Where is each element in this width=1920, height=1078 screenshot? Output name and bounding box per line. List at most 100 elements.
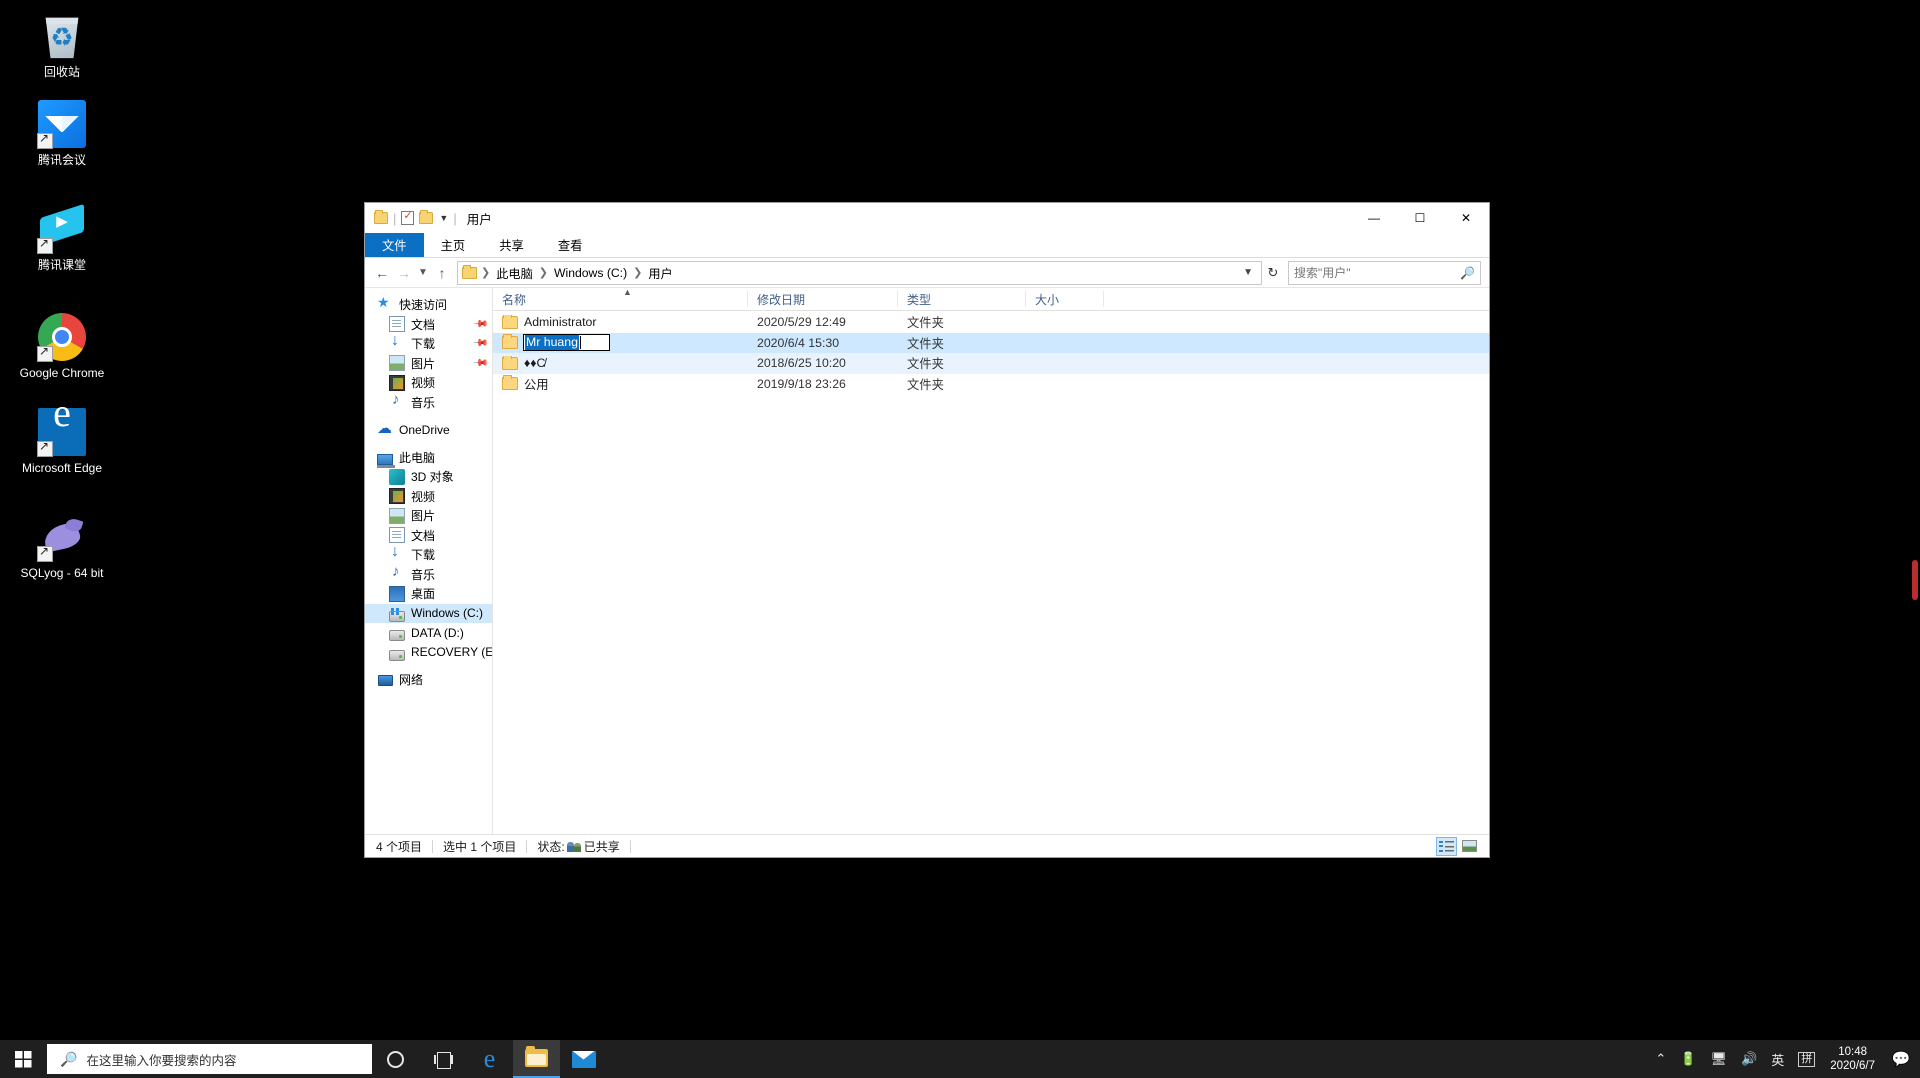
sidebar-item-this-pc[interactable]: 此电脑 <box>365 448 492 468</box>
sidebar-item-desktop[interactable]: 桌面 <box>365 584 492 604</box>
maximize-button[interactable]: ☐ <box>1397 203 1443 233</box>
tab-share[interactable]: 共享 <box>482 233 541 257</box>
address-bar-row[interactable]: ← → ▼ ↑ ❯ 此电脑 ❯ Windows (C:) ❯ 用户 ▼ ↻ 搜索… <box>365 258 1489 288</box>
folder-icon <box>502 315 518 329</box>
breadcrumb-item-2[interactable]: 用户 <box>643 264 677 282</box>
this-pc-icon <box>377 453 395 468</box>
desktop-icon-tencent-meeting[interactable]: 腾讯会议 <box>14 100 110 167</box>
chevron-down-icon[interactable]: ▼ <box>439 213 448 223</box>
start-button[interactable] <box>0 1040 47 1078</box>
sidebar-item-documents[interactable]: 文档 📌 <box>365 315 492 335</box>
action-center-icon[interactable]: 💬 <box>1886 1040 1916 1078</box>
file-name-cell[interactable]: Administrator <box>493 315 748 329</box>
battery-icon[interactable]: 🔋 <box>1673 1040 1703 1078</box>
file-explorer-window[interactable]: | ▼ | 用户 — ☐ ✕ 文件 主页 共享 查看 ← → ▼ ↑ ❯ 此电脑… <box>364 202 1490 858</box>
desktop-icon-tencent-classroom[interactable]: 腾讯课堂 <box>14 205 110 272</box>
details-view-icon <box>1439 840 1454 852</box>
file-list-pane[interactable]: 名称 修改日期 类型 大小 ▲ Administrator 2020/5/29 … <box>493 287 1489 834</box>
sidebar-item-downloads[interactable]: 下载 📌 <box>365 332 492 354</box>
refresh-icon[interactable]: ↻ <box>1262 261 1284 285</box>
sidebar-item-recovery-e[interactable]: RECOVERY (E:) <box>365 643 492 663</box>
clock-date: 2020/6/7 <box>1830 1060 1875 1072</box>
properties-icon[interactable] <box>401 209 415 225</box>
close-button[interactable]: ✕ <box>1443 203 1489 233</box>
column-header-size[interactable]: 大小 <box>1026 291 1104 307</box>
pin-icon[interactable]: 📌 <box>471 355 488 372</box>
taskbar-search-input[interactable]: 🔍 在这里输入你要搜索的内容 <box>47 1044 372 1074</box>
sidebar-item-network[interactable]: 网络 <box>365 670 492 690</box>
cortana-button[interactable] <box>372 1040 419 1078</box>
sidebar-item-videos-pc[interactable]: 视频 <box>365 487 492 507</box>
tab-view[interactable]: 查看 <box>541 233 600 257</box>
tab-home[interactable]: 主页 <box>424 233 483 257</box>
desktop-icon-recycle-bin[interactable]: 回收站 <box>14 12 110 79</box>
sidebar-item-downloads-pc[interactable]: 下载 <box>365 543 492 565</box>
table-row[interactable]: Mr huang 2020/6/4 15:30 文件夹 <box>493 332 1489 353</box>
file-name-cell[interactable]: Mr huang <box>493 334 748 352</box>
sidebar-item-pictures-pc[interactable]: 图片 <box>365 506 492 526</box>
file-rows[interactable]: Administrator 2020/5/29 12:49 文件夹 Mr hua… <box>493 311 1489 834</box>
column-header-type[interactable]: 类型 <box>898 291 1026 307</box>
network-icon[interactable]: 🖥 <box>1704 1040 1735 1078</box>
sidebar-item-onedrive[interactable]: OneDrive <box>365 419 492 440</box>
rename-input[interactable]: Mr huang <box>523 334 610 352</box>
pin-icon[interactable]: 📌 <box>471 335 488 352</box>
column-headers[interactable]: 名称 修改日期 类型 大小 ▲ <box>493 287 1489 311</box>
column-header-date[interactable]: 修改日期 <box>748 291 898 307</box>
navigation-pane[interactable]: 快速访问 文档 📌 下载 📌 图片 📌 视频 <box>365 288 493 834</box>
table-row[interactable]: ♦♦C̸ 2018/6/25 10:20 文件夹 <box>493 353 1489 374</box>
sidebar-item-label: 音乐 <box>411 395 436 410</box>
minimize-button[interactable]: — <box>1351 203 1397 233</box>
arrow-left-icon[interactable]: ← <box>371 262 393 284</box>
task-view-button[interactable] <box>419 1040 466 1078</box>
mail-taskbar-button[interactable] <box>560 1040 607 1078</box>
desktop-icon-sqlyog[interactable]: SQLyog - 64 bit <box>14 513 110 580</box>
sidebar-item-documents-pc[interactable]: 文档 <box>365 526 492 546</box>
file-explorer-taskbar-button[interactable] <box>513 1040 560 1078</box>
breadcrumb-item-1[interactable]: Windows (C:) <box>549 266 632 280</box>
ime-language-icon[interactable]: 英 <box>1764 1040 1791 1078</box>
recent-locations-icon[interactable]: ▼ <box>415 262 431 284</box>
system-tray[interactable]: ⌃ 🔋 🖥 🔊 英 拼 10:48 2020/6/7 💬 <box>1648 1040 1920 1078</box>
pin-icon[interactable]: 📌 <box>471 316 488 333</box>
quick-access-toolbar[interactable]: | ▼ | <box>365 209 457 226</box>
address-input[interactable]: ❯ 此电脑 ❯ Windows (C:) ❯ 用户 ▼ <box>457 260 1262 285</box>
show-hidden-icons-button[interactable]: ⌃ <box>1648 1040 1673 1078</box>
large-icons-view-icon <box>1462 840 1477 852</box>
sidebar-item-windows-c[interactable]: Windows (C:) <box>365 603 492 623</box>
column-header-name[interactable]: 名称 <box>493 291 748 307</box>
new-folder-icon[interactable] <box>419 210 434 224</box>
desktop-icon-google-chrome[interactable]: Google Chrome <box>14 313 110 380</box>
tab-file[interactable]: 文件 <box>365 233 424 257</box>
sidebar-item-pictures[interactable]: 图片 📌 <box>365 354 492 374</box>
volume-icon[interactable]: 🔊 <box>1734 1040 1764 1078</box>
sidebar-item-music-pc[interactable]: 音乐 <box>365 563 492 585</box>
sidebar-item-music[interactable]: 音乐 <box>365 391 492 413</box>
arrow-right-icon[interactable]: → <box>393 262 415 284</box>
sidebar-item-quick-access[interactable]: 快速访问 <box>365 294 492 315</box>
ime-pinyin-icon[interactable]: 拼 <box>1791 1040 1822 1078</box>
edge-taskbar-button[interactable]: e <box>466 1040 513 1078</box>
folder-icon[interactable] <box>374 210 388 224</box>
breadcrumb-item-0[interactable]: 此电脑 <box>491 264 538 282</box>
table-row[interactable]: Administrator 2020/5/29 12:49 文件夹 <box>493 312 1489 333</box>
search-input[interactable]: 搜索"用户" 🔍 <box>1288 260 1481 285</box>
details-view-button[interactable] <box>1436 836 1457 856</box>
search-icon[interactable]: 🔍 <box>1460 266 1475 280</box>
desktop-icon-microsoft-edge[interactable]: Microsoft Edge <box>14 406 110 475</box>
file-name-cell[interactable]: 公用 <box>493 375 748 393</box>
table-row[interactable]: 公用 2019/9/18 23:26 文件夹 <box>493 374 1489 395</box>
taskbar-clock[interactable]: 10:48 2020/6/7 <box>1822 1045 1886 1073</box>
ribbon-tab-bar[interactable]: 文件 主页 共享 查看 <box>365 233 1489 258</box>
arrow-up-icon[interactable]: ↑ <box>431 262 453 284</box>
sidebar-item-data-d[interactable]: DATA (D:) <box>365 623 492 643</box>
file-name-cell[interactable]: ♦♦C̸ <box>493 356 748 370</box>
sidebar-item-3d-objects[interactable]: 3D 对象 <box>365 467 492 487</box>
view-mode-buttons[interactable] <box>1436 836 1489 856</box>
large-icons-view-button[interactable] <box>1459 837 1480 856</box>
sidebar-item-videos[interactable]: 视频 <box>365 373 492 393</box>
title-bar[interactable]: | ▼ | 用户 — ☐ ✕ <box>365 203 1489 233</box>
taskbar[interactable]: 🔍 在这里输入你要搜索的内容 e ⌃ 🔋 🖥 🔊 英 拼 10:48 2020/… <box>0 1040 1920 1078</box>
chevron-down-icon[interactable]: ▼ <box>1237 267 1259 278</box>
window-controls[interactable]: — ☐ ✕ <box>1351 203 1489 233</box>
